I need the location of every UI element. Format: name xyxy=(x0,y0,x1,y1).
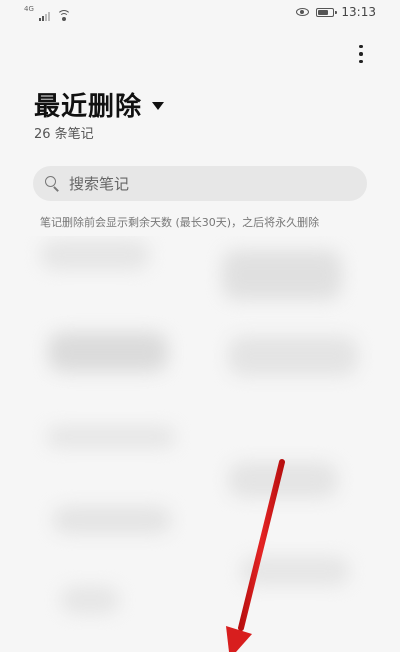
note-card[interactable] xyxy=(40,240,150,270)
status-bar: 4G 13:13 xyxy=(0,0,400,26)
more-options-button[interactable] xyxy=(354,42,368,66)
caret-down-icon xyxy=(152,101,165,110)
wifi-icon xyxy=(56,10,71,21)
network-type: 4G xyxy=(24,5,34,13)
page-title: 最近删除 xyxy=(34,92,143,122)
note-card[interactable] xyxy=(60,586,120,614)
battery-level xyxy=(318,9,329,15)
status-right: 13:13 xyxy=(296,5,376,19)
note-card[interactable] xyxy=(228,336,358,376)
status-time: 13:13 xyxy=(341,5,376,19)
status-left: 4G xyxy=(24,6,71,21)
eye-icon xyxy=(296,8,310,16)
note-card[interactable] xyxy=(48,332,168,372)
note-card[interactable] xyxy=(222,250,342,300)
retention-info: 笔记删除前会显示剩余天数 (最长30天)，之后将永久删除 xyxy=(40,216,320,229)
note-count: 26 条笔记 xyxy=(34,127,94,142)
battery-icon xyxy=(316,7,338,17)
search-icon xyxy=(45,175,61,192)
note-card[interactable] xyxy=(46,426,176,448)
deleted-notes-list xyxy=(0,236,400,652)
folder-selector[interactable]: 最近删除 xyxy=(34,86,165,123)
signal-icon xyxy=(38,11,50,21)
screen: 4G 13:13 最近删除 26 条笔记 搜索笔记 笔记删除前会显示剩余天数 (… xyxy=(0,0,400,652)
more-vertical-icon xyxy=(359,44,363,49)
search-input[interactable] xyxy=(69,174,329,193)
note-card[interactable] xyxy=(228,462,338,498)
note-card[interactable] xyxy=(240,556,350,586)
note-card[interactable] xyxy=(52,506,172,534)
search-bar[interactable] xyxy=(33,166,367,201)
